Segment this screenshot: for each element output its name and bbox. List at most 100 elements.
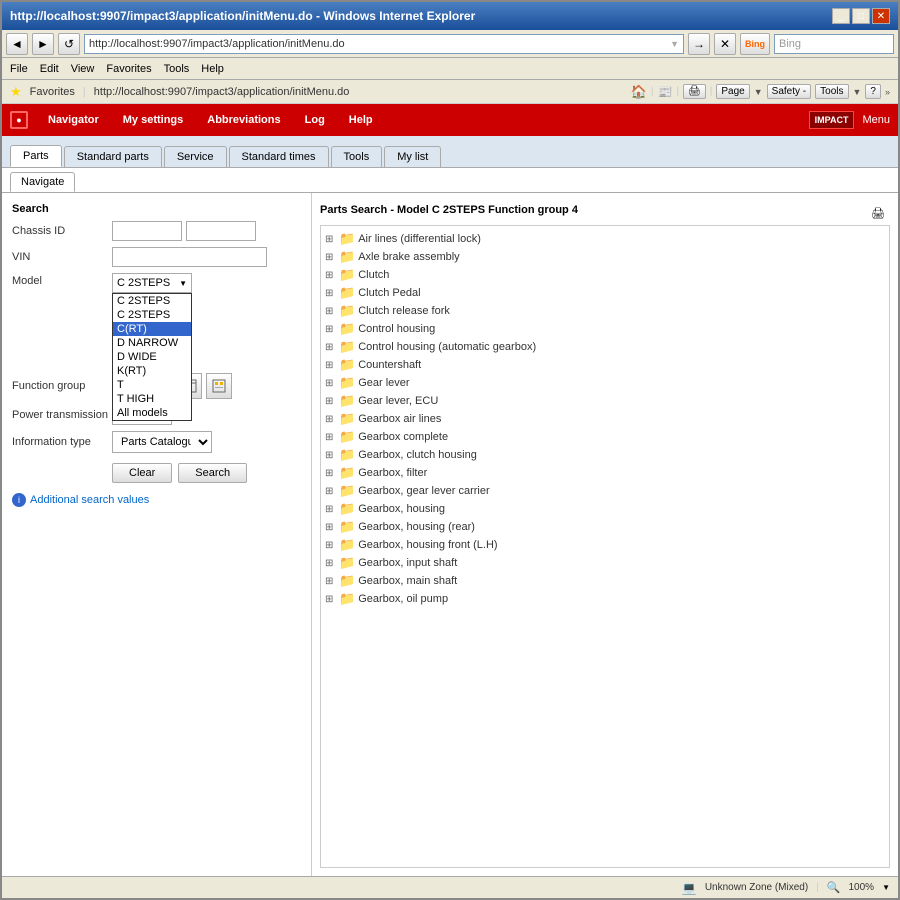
function-group-btn2[interactable] [206,373,232,399]
model-select-button[interactable]: C 2STEPS ▼ [112,273,192,293]
vin-input[interactable] [112,247,267,267]
expander-icon-7: ⊞ [325,360,339,371]
menu-file[interactable]: File [10,63,28,75]
expander-icon-0: ⊞ [325,234,339,245]
back-button[interactable]: ◄ [6,33,28,55]
additional-search-link[interactable]: i Additional search values [12,493,301,507]
favorites-label[interactable]: Favorites [30,86,75,98]
print-button[interactable]: 🖨 [866,201,890,225]
expander-icon-3: ⊞ [325,288,339,299]
tree-label-15: Gearbox, housing [358,503,445,515]
tab-parts[interactable]: Parts [10,145,62,167]
chassis-id-input2[interactable] [186,221,256,241]
nav-navigator[interactable]: Navigator [36,110,111,130]
tree-label-4: Clutch release fork [358,305,450,317]
folder-icon-20: 📁 [339,591,355,607]
model-option-8[interactable]: All models [113,406,191,420]
tree-item-10[interactable]: ⊞ 📁 Gearbox air lines [325,410,885,428]
tools-button[interactable]: Tools [815,84,848,99]
navigate-tab-bar: Navigate [2,168,898,193]
tree-item-11[interactable]: ⊞ 📁 Gearbox complete [325,428,885,446]
app-menu-text[interactable]: Menu [862,114,890,126]
model-option-1[interactable]: C 2STEPS [113,308,191,322]
tree-item-13[interactable]: ⊞ 📁 Gearbox, filter [325,464,885,482]
stop-button[interactable]: ✕ [714,33,736,55]
menu-favorites[interactable]: Favorites [106,63,151,75]
model-option-6[interactable]: T [113,378,191,392]
app-navbar: ● Navigator My settings Abbreviations Lo… [2,104,898,136]
tree-item-1[interactable]: ⊞ 📁 Axle brake assembly [325,248,885,266]
tree-item-3[interactable]: ⊞ 📁 Clutch Pedal [325,284,885,302]
home-icon[interactable]: 🏠 [631,84,647,100]
tab-standard-times[interactable]: Standard times [229,146,329,167]
nav-help[interactable]: Help [337,110,385,130]
tree-item-7[interactable]: ⊞ 📁 Countershaft [325,356,885,374]
tree-item-2[interactable]: ⊞ 📁 Clutch [325,266,885,284]
menu-tools[interactable]: Tools [164,63,190,75]
model-option-3[interactable]: D NARROW [113,336,191,350]
tree-label-5: Control housing [358,323,435,335]
model-option-0[interactable]: C 2STEPS [113,294,191,308]
maximize-button[interactable]: □ [852,8,870,24]
model-option-2[interactable]: C(RT) [113,322,191,336]
help-toolbar-button[interactable]: ? [865,84,881,99]
tree-item-16[interactable]: ⊞ 📁 Gearbox, housing (rear) [325,518,885,536]
tab-tools[interactable]: Tools [331,146,383,167]
info-type-label: Information type [12,436,112,448]
model-option-4[interactable]: D WIDE [113,350,191,364]
page-button[interactable]: Page [716,84,749,99]
tree-item-18[interactable]: ⊞ 📁 Gearbox, input shaft [325,554,885,572]
search-button[interactable]: Search [178,463,247,483]
close-button[interactable]: ✕ [872,8,890,24]
zoom-arrow[interactable]: ▼ [882,883,890,892]
tree-item-20[interactable]: ⊞ 📁 Gearbox, oil pump [325,590,885,608]
tree-item-5[interactable]: ⊞ 📁 Control housing [325,320,885,338]
tree-item-0[interactable]: ⊞ 📁 Air lines (differential lock) [325,230,885,248]
navigate-tab[interactable]: Navigate [10,172,75,192]
tree-label-14: Gearbox, gear lever carrier [358,485,489,497]
tree-item-4[interactable]: ⊞ 📁 Clutch release fork [325,302,885,320]
tree-item-14[interactable]: ⊞ 📁 Gearbox, gear lever carrier [325,482,885,500]
tree-item-15[interactable]: ⊞ 📁 Gearbox, housing [325,500,885,518]
nav-log[interactable]: Log [293,110,337,130]
tree-item-19[interactable]: ⊞ 📁 Gearbox, main shaft [325,572,885,590]
menu-view[interactable]: View [71,63,95,75]
tree-item-8[interactable]: ⊞ 📁 Gear lever [325,374,885,392]
forward-button[interactable]: ► [32,33,54,55]
chassis-id-inputs [112,221,301,241]
minimize-button[interactable]: _ [832,8,850,24]
go-button[interactable]: → [688,33,710,55]
impact-logo: IMPACT [809,111,855,129]
folder-icon-16: 📁 [339,519,355,535]
address-bar[interactable]: http://localhost:9907/impact3/applicatio… [84,34,684,54]
nav-my-settings[interactable]: My settings [111,110,196,130]
rss-icon[interactable]: 📰 [658,85,673,99]
tree-item-12[interactable]: ⊞ 📁 Gearbox, clutch housing [325,446,885,464]
menu-help[interactable]: Help [201,63,224,75]
tree-label-11: Gearbox complete [358,431,448,443]
print-toolbar-button[interactable]: 🖨 [683,84,706,99]
model-option-7[interactable]: T HIGH [113,392,191,406]
safety-button[interactable]: Safety - [767,84,811,99]
clear-button[interactable]: Clear [112,463,172,483]
status-bar: 💻 Unknown Zone (Mixed) | 🔍 100% ▼ [2,876,898,898]
additional-link-text: Additional search values [30,494,149,506]
info-type-select[interactable]: Parts Catalogue [112,431,212,453]
search-section-title: Search [12,203,301,215]
chassis-id-input1[interactable] [112,221,182,241]
tab-standard-parts[interactable]: Standard parts [64,146,162,167]
tree-item-6[interactable]: ⊞ 📁 Control housing (automatic gearbox) [325,338,885,356]
tab-my-list[interactable]: My list [384,146,441,167]
model-option-5[interactable]: K(RT) [113,364,191,378]
tab-service[interactable]: Service [164,146,227,167]
nav-abbreviations[interactable]: Abbreviations [195,110,292,130]
refresh-button[interactable]: ↺ [58,33,80,55]
favorites-url[interactable]: http://localhost:9907/impact3/applicatio… [94,86,350,98]
tree-label-6: Control housing (automatic gearbox) [358,341,536,353]
tree-item-17[interactable]: ⊞ 📁 Gearbox, housing front (L.H) [325,536,885,554]
menu-edit[interactable]: Edit [40,63,59,75]
folder-icon-17: 📁 [339,537,355,553]
tree-item-9[interactable]: ⊞ 📁 Gear lever, ECU [325,392,885,410]
expander-icon-9: ⊞ [325,396,339,407]
browser-search[interactable]: Bing [774,34,894,54]
